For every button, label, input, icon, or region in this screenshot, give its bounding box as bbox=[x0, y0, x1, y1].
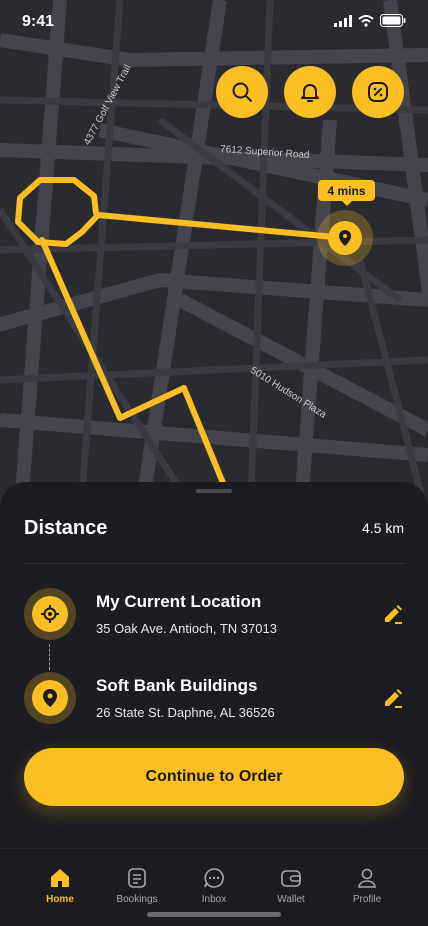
sheet-handle[interactable] bbox=[196, 489, 232, 493]
route-connector bbox=[49, 644, 50, 670]
origin-marker bbox=[24, 588, 76, 640]
distance-title: Distance bbox=[24, 517, 108, 539]
nav-label: Wallet bbox=[277, 894, 305, 905]
nav-profile[interactable]: Profile bbox=[331, 849, 403, 905]
edit-destination-icon[interactable] bbox=[382, 687, 404, 709]
location-pin-icon bbox=[43, 689, 57, 707]
nav-bookings[interactable]: Bookings bbox=[101, 849, 173, 905]
chat-icon bbox=[204, 868, 224, 888]
wallet-icon bbox=[281, 870, 301, 887]
wifi-icon bbox=[358, 14, 374, 27]
status-bar: 9:41 bbox=[0, 0, 428, 44]
distance-value: 4.5 km bbox=[361, 520, 404, 536]
signal-icon bbox=[334, 14, 352, 27]
nav-home[interactable]: Home bbox=[24, 849, 96, 905]
nav-label: Inbox bbox=[201, 894, 227, 905]
search-icon bbox=[232, 82, 252, 102]
destination-address: 26 State St. Daphne, AL 36526 bbox=[96, 705, 275, 720]
edit-origin-icon[interactable] bbox=[382, 603, 404, 625]
search-button[interactable] bbox=[216, 66, 268, 118]
app-screen: 4377 Golf View Trail 7612 Superior Road … bbox=[0, 0, 428, 926]
nav-wallet[interactable]: Wallet bbox=[255, 849, 327, 905]
bell-icon bbox=[301, 84, 319, 102]
battery-icon bbox=[380, 14, 406, 27]
home-indicator bbox=[147, 912, 281, 917]
nav-inbox[interactable]: Inbox bbox=[178, 849, 250, 905]
promo-button[interactable] bbox=[352, 66, 404, 118]
continue-to-order-button[interactable]: Continue to Order bbox=[24, 748, 404, 806]
origin-name: My Current Location bbox=[96, 592, 262, 611]
divider bbox=[24, 563, 404, 564]
nav-label: Bookings bbox=[116, 894, 158, 905]
nav-label: Home bbox=[46, 894, 74, 905]
destination-marker bbox=[24, 672, 76, 724]
eta-badge: 4 mins bbox=[318, 180, 375, 206]
discount-icon bbox=[368, 82, 388, 102]
notifications-button[interactable] bbox=[284, 66, 336, 118]
status-time: 9:41 bbox=[22, 13, 55, 30]
nav-label: Profile bbox=[352, 894, 382, 905]
system-icons bbox=[334, 14, 406, 27]
crosshair-icon bbox=[41, 605, 59, 623]
origin-address: 35 Oak Ave. Antioch, TN 37013 bbox=[96, 621, 277, 636]
home-icon bbox=[51, 869, 69, 887]
document-icon bbox=[128, 868, 146, 888]
user-icon bbox=[358, 868, 376, 888]
destination-name: Soft Bank Buildings bbox=[96, 676, 258, 695]
